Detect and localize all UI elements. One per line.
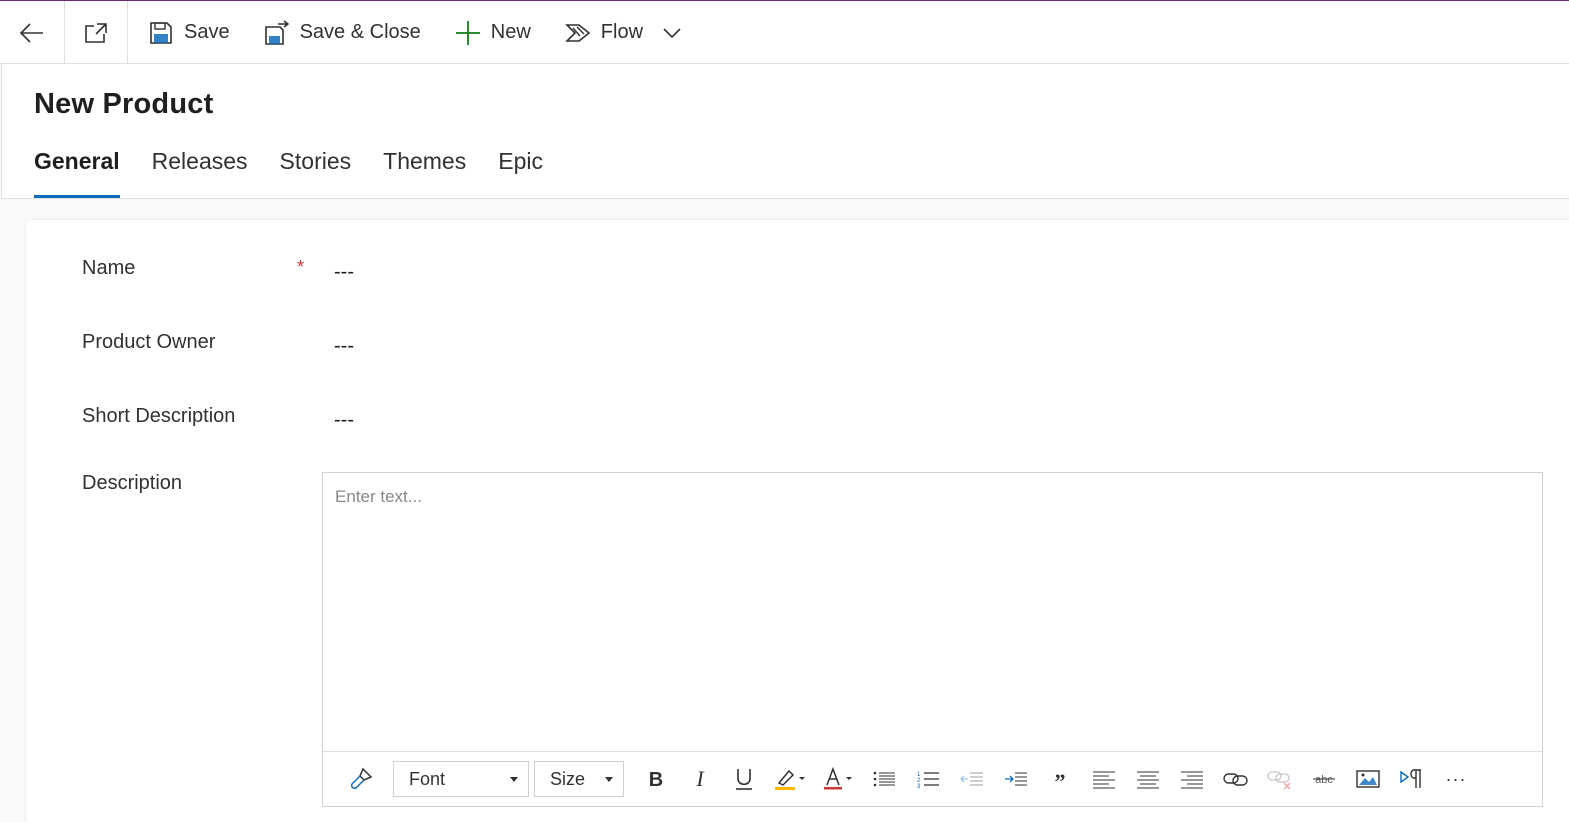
decrease-indent-icon	[960, 772, 983, 786]
flow-label: Flow	[600, 21, 644, 43]
blockquote-button[interactable]: ”	[1038, 759, 1082, 799]
flow-button[interactable]: Flow	[547, 1, 659, 64]
italic-button[interactable]: I	[678, 759, 722, 799]
command-bar: Save Save & Close New Flow	[0, 0, 1569, 64]
link-icon	[1223, 773, 1248, 786]
bulleted-list-button[interactable]	[862, 759, 906, 799]
svg-text:B: B	[649, 769, 663, 790]
editor-toolbar: Font Size B I 1 2 3 ” abc ···	[323, 751, 1542, 806]
align-right-icon	[1181, 771, 1203, 789]
highlight-color-button[interactable]	[766, 759, 814, 799]
font-dropdown-label: Font	[409, 768, 446, 789]
text-direction-button[interactable]	[1390, 759, 1434, 799]
size-dropdown[interactable]: Size	[534, 761, 624, 797]
save-and-close-icon	[264, 19, 290, 46]
increase-indent-icon	[1005, 772, 1027, 786]
tab-releases[interactable]: Releases	[152, 146, 248, 198]
highlighter-icon	[775, 769, 805, 790]
font-color-button[interactable]	[814, 759, 862, 799]
align-center-button[interactable]	[1126, 759, 1170, 799]
image-icon	[1356, 770, 1380, 788]
text-direction-icon	[1400, 769, 1421, 788]
required-marker: *	[297, 257, 305, 277]
product-owner-label: Product Owner	[82, 331, 216, 353]
tab-list: General Releases Stories Themes Epic	[34, 146, 575, 198]
font-color-icon	[824, 767, 852, 790]
form-header: New Product General Releases Stories The…	[1, 64, 1569, 199]
strikethrough-icon: abc	[1313, 774, 1335, 786]
new-button[interactable]: New	[437, 1, 547, 64]
align-right-button[interactable]	[1170, 759, 1214, 799]
increase-indent-button[interactable]	[994, 759, 1038, 799]
bold-button[interactable]: B	[634, 759, 678, 799]
product-owner-field[interactable]: ---	[334, 335, 354, 358]
insert-link-button[interactable]	[1214, 759, 1258, 799]
save-button[interactable]: Save	[128, 1, 246, 64]
chevron-down-icon	[663, 27, 681, 38]
caret-down-icon	[510, 776, 518, 782]
unlink-icon	[1267, 771, 1291, 790]
numbered-list-icon: 123	[917, 772, 939, 789]
tab-general[interactable]: General	[34, 146, 120, 198]
description-label: Description	[82, 472, 183, 494]
description-editor: Enter text... Font Size B I 1 2 3 ” abc …	[322, 472, 1543, 807]
page-title: New Product	[34, 88, 214, 120]
svg-text:3: 3	[917, 784, 921, 789]
open-in-new-window-button[interactable]	[65, 1, 128, 64]
back-button[interactable]	[0, 1, 65, 64]
bold-icon: B	[649, 769, 663, 790]
caret-down-icon	[605, 776, 613, 782]
more-options-button[interactable]: ···	[1434, 759, 1478, 799]
align-left-icon	[1093, 771, 1115, 789]
quote-icon: ”	[1055, 769, 1066, 789]
general-section: Name * --- Product Owner --- Short Descr…	[26, 220, 1569, 822]
insert-image-button[interactable]	[1346, 759, 1390, 799]
decrease-indent-button[interactable]	[950, 759, 994, 799]
save-and-close-button[interactable]: Save & Close	[246, 1, 437, 64]
name-field[interactable]: ---	[334, 261, 354, 284]
underline-button[interactable]	[722, 759, 766, 799]
svg-text:abc: abc	[1315, 774, 1333, 786]
size-dropdown-label: Size	[550, 768, 586, 789]
plus-icon	[455, 20, 481, 46]
svg-text:I: I	[695, 768, 705, 790]
numbered-list-button[interactable]: 123	[906, 759, 950, 799]
align-center-icon	[1137, 771, 1159, 789]
svg-text:”: ”	[1055, 769, 1066, 789]
save-and-close-label: Save & Close	[299, 21, 421, 43]
name-label: Name	[82, 257, 136, 279]
short-description-label: Short Description	[82, 405, 236, 427]
format-painter-button[interactable]	[339, 759, 383, 799]
remove-link-button[interactable]	[1258, 759, 1302, 799]
paintbrush-icon	[351, 767, 373, 789]
align-left-button[interactable]	[1082, 759, 1126, 799]
tab-themes[interactable]: Themes	[383, 146, 466, 198]
short-description-field[interactable]: ---	[334, 409, 354, 432]
font-dropdown[interactable]: Font	[393, 761, 529, 797]
italic-icon: I	[695, 768, 705, 790]
flow-icon	[564, 20, 591, 46]
tab-stories[interactable]: Stories	[280, 146, 352, 198]
open-in-new-window-icon	[85, 22, 107, 43]
more-commands-button[interactable]	[659, 1, 691, 64]
underline-icon	[736, 769, 752, 790]
bulleted-list-icon	[873, 771, 895, 787]
new-label: New	[490, 21, 531, 43]
save-icon	[148, 20, 174, 46]
strikethrough-button[interactable]: abc	[1302, 759, 1346, 799]
description-text-area[interactable]: Enter text...	[335, 487, 422, 507]
save-label: Save	[184, 21, 230, 43]
tab-epic[interactable]: Epic	[498, 146, 543, 198]
back-arrow-icon	[19, 22, 43, 43]
